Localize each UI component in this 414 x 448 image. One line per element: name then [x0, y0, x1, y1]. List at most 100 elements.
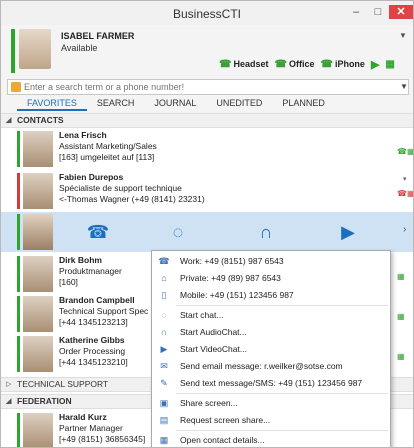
chevron-down-icon[interactable]: ▼ [399, 31, 407, 40]
request-screen-icon: ▤ [159, 415, 169, 425]
maximize-button[interactable]: □ [369, 5, 387, 19]
menu-item-label: Send text message/SMS: +49 (151) 123456 … [180, 378, 363, 388]
contact-title: Spécialiste de support technique [59, 183, 182, 193]
headset-icon: ∩ [160, 327, 168, 337]
avatar [23, 214, 53, 250]
collapse-icon: ◢ [6, 117, 12, 124]
presence-indicator [17, 296, 20, 332]
minimize-button[interactable]: – [347, 5, 365, 19]
contact-detail: <-Thomas Wagner (+49 (8141) 23231) [59, 194, 205, 204]
presence-indicator [17, 131, 20, 167]
menu-item-start-videochat[interactable]: ▶ Start VideoChat... [152, 341, 390, 357]
phone-icon: ☎▦ [397, 147, 414, 156]
contact-detail: [163] umgeleitet auf [113] [59, 152, 155, 162]
email-icon: ✉ [160, 361, 168, 371]
presence-indicator [17, 256, 20, 292]
contact-details-icon: ▦ [159, 435, 169, 445]
chevron-right-icon[interactable]: › [403, 224, 406, 235]
tab-favorites[interactable]: FAVORITES [17, 97, 87, 111]
phone-icon: ▦ [397, 352, 405, 361]
phone-icon: ▦ [397, 312, 405, 321]
avatar [23, 413, 53, 447]
list-item[interactable]: Fabien Durepos Spécialiste de support te… [1, 171, 413, 211]
menu-item-label: Start chat... [180, 310, 224, 320]
menu-item-label: Work: +49 (8151) 987 6543 [180, 256, 284, 266]
menu-item-share-screen[interactable]: ▣ Share screen... [152, 395, 390, 411]
sms-icon: ✎ [160, 378, 168, 388]
section-title: FEDERATION [17, 396, 72, 406]
menu-item-label: Request screen share... [180, 415, 271, 425]
menu-item-label: Open contact details... [180, 435, 265, 445]
contact-name: Fabien Durepos [59, 172, 124, 182]
avatar[interactable] [19, 29, 51, 69]
play-icon[interactable]: ▶ [371, 58, 379, 71]
menu-item-start-chat[interactable]: ◌ Start chat... [152, 307, 390, 323]
dialpad-icon[interactable]: ▦ [385, 59, 394, 70]
presence-indicator [17, 336, 20, 372]
list-item[interactable]: Lena Frisch Assistant Marketing/Sales [1… [1, 129, 413, 169]
device-iphone[interactable]: ☎ iPhone [320, 59, 364, 70]
menu-item-send-email[interactable]: ✉ Send email message: r.weilker@sotse.co… [152, 358, 390, 374]
mobile-icon: ▯ [161, 290, 167, 300]
menu-item-open-contact-details[interactable]: ▦ Open contact details... [152, 432, 390, 447]
menu-item-send-sms[interactable]: ✎ Send text message/SMS: +49 (151) 12345… [152, 375, 390, 391]
home-icon: ⌂ [161, 273, 167, 283]
app-window: BusinessCTI – □ ✕ ISABEL FARMER Availabl… [0, 0, 414, 448]
presence-indicator [17, 413, 20, 447]
close-button[interactable]: ✕ [389, 5, 413, 19]
tab-search[interactable]: SEARCH [87, 97, 145, 111]
menu-item-label: Start VideoChat... [180, 344, 247, 354]
tab-journal[interactable]: JOURNAL [144, 97, 206, 111]
selected-contact-actions: ☎ ◌ ∩ ▶ › [1, 212, 413, 252]
menu-item-start-audiochat[interactable]: ∩ Start AudioChat... [152, 324, 390, 340]
device-label: Headset [233, 59, 269, 69]
chat-icon: ◌ [161, 310, 167, 320]
phone-icon: ☎▦ [397, 189, 414, 198]
menu-separator [176, 430, 388, 431]
title-bar: BusinessCTI – □ ✕ [1, 1, 413, 25]
menu-item-label: Share screen... [180, 398, 238, 408]
avatar [23, 256, 53, 292]
user-status[interactable]: Available [61, 43, 97, 53]
contact-context-menu: ☎ Work: +49 (8151) 987 6543 ⌂ Private: +… [151, 250, 391, 447]
tab-planned[interactable]: PLANNED [272, 97, 335, 111]
menu-separator [176, 305, 388, 306]
expand-icon: ▷ [6, 381, 12, 388]
video-icon[interactable]: ▶ [335, 220, 361, 244]
menu-item-request-screen-share[interactable]: ▤ Request screen share... [152, 412, 390, 428]
headset-icon[interactable]: ∩ [253, 220, 279, 244]
section-title: CONTACTS [17, 115, 64, 125]
phone-icon: ☎ [219, 58, 232, 70]
user-name: ISABEL FARMER [61, 31, 135, 41]
tab-unedited[interactable]: UNEDITED [206, 97, 272, 111]
menu-item-label: Start AudioChat... [180, 327, 247, 337]
chevron-down-icon[interactable]: ▾ [403, 175, 407, 183]
chat-icon[interactable]: ◌ [165, 220, 191, 244]
avatar [23, 173, 53, 209]
presence-indicator [17, 173, 20, 209]
menu-item-call-mobile[interactable]: ▯ Mobile: +49 (151) 123456 987 [152, 287, 390, 303]
contact-title: Assistant Marketing/Sales [59, 141, 157, 151]
chevron-down-icon[interactable]: ▼ [400, 82, 408, 91]
search-icon [11, 82, 21, 92]
user-profile-header: ISABEL FARMER Available ▼ ☎ Headset ☎ Of… [1, 25, 413, 77]
search-input[interactable] [24, 81, 394, 93]
menu-separator [176, 393, 388, 394]
menu-item-label: Mobile: +49 (151) 123456 987 [180, 290, 294, 300]
section-title: TECHNICAL SUPPORT [17, 379, 109, 389]
avatar [23, 131, 53, 167]
avatar [23, 296, 53, 332]
section-header-contacts[interactable]: ◢ CONTACTS [1, 113, 413, 128]
call-icon[interactable]: ☎ [85, 220, 111, 244]
contact-name: Lena Frisch [59, 130, 107, 140]
menu-item-call-work[interactable]: ☎ Work: +49 (8151) 987 6543 [152, 253, 390, 269]
menu-item-call-private[interactable]: ⌂ Private: +49 (89) 987 6543 [152, 270, 390, 286]
search-box[interactable]: ▼ [7, 79, 409, 95]
device-office[interactable]: ☎ Office [274, 59, 314, 70]
video-icon: ▶ [160, 344, 168, 354]
tab-bar: FAVORITES SEARCH JOURNAL UNEDITED PLANNE… [17, 97, 335, 111]
device-headset[interactable]: ☎ Headset [219, 59, 268, 70]
device-label: Office [288, 59, 315, 69]
share-screen-icon: ▣ [159, 398, 169, 408]
collapse-icon: ◢ [6, 398, 12, 405]
